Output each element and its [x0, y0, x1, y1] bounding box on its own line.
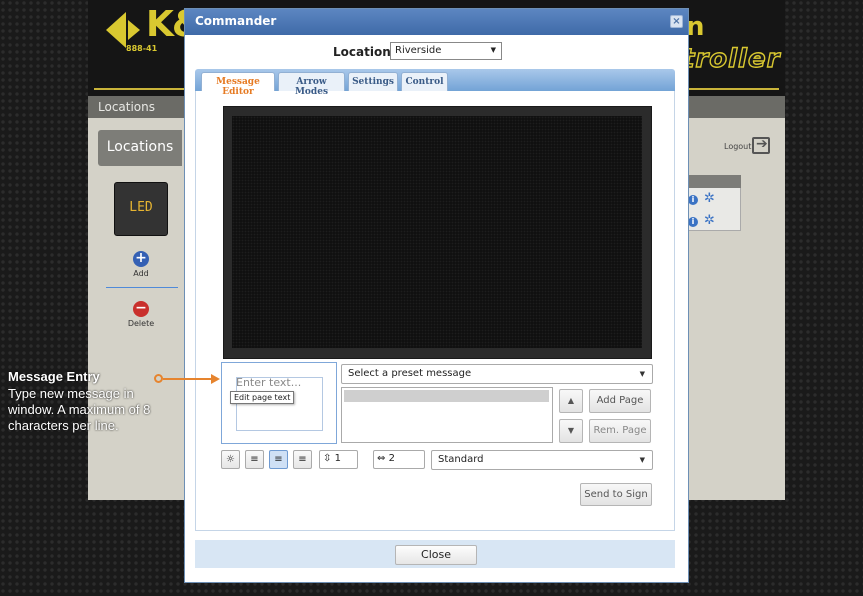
edit-page-tooltip: Edit page text [230, 391, 295, 404]
delete-label[interactable]: Delete [121, 319, 161, 328]
info-icon[interactable]: i [688, 195, 698, 205]
line-spacing-input[interactable]: ⇳ 1 [319, 450, 358, 469]
app-title-line-2: troller [681, 43, 781, 74]
add-label[interactable]: Add [126, 269, 156, 278]
tab-message-editor[interactable]: Message Editor [201, 72, 275, 97]
tab-arrow-modes[interactable]: Arrow Modes [278, 72, 345, 97]
char-spacing-value: 2 [388, 453, 395, 464]
close-icon[interactable]: × [670, 15, 683, 28]
table-row: i ✲ [688, 191, 715, 206]
phone-number: 888-41 [126, 44, 158, 53]
font-select[interactable]: Standard [431, 450, 653, 470]
line-spacing-icon: ⇳ [323, 453, 332, 464]
remove-page-button[interactable]: Rem. Page [589, 419, 651, 443]
tab-settings[interactable]: Settings [348, 72, 398, 91]
preset-message-select[interactable]: Select a preset message [341, 364, 653, 384]
invert-icon[interactable]: ☼ [221, 450, 240, 469]
message-entry-box[interactable]: Enter text... Edit page text [221, 362, 337, 444]
align-center-icon[interactable]: ≡ [269, 450, 288, 469]
logo-arrow-icon [106, 12, 126, 48]
callout-line [163, 378, 213, 380]
page-up-button[interactable]: ▲ [559, 389, 583, 413]
list-item[interactable] [344, 390, 549, 402]
logout-icon[interactable] [752, 136, 770, 154]
table-row: i ✲ [688, 213, 715, 228]
char-spacing-icon: ⇔ [377, 453, 386, 464]
page-down-button[interactable]: ▼ [559, 419, 583, 443]
sign-preview-frame [223, 106, 652, 359]
plus-circle-icon[interactable]: + [133, 251, 149, 267]
send-to-sign-button[interactable]: Send to Sign [580, 483, 652, 506]
logout-label[interactable]: Logout [724, 142, 751, 151]
location-select-value: Riverside [395, 45, 442, 56]
gear-icon[interactable]: ✲ [704, 191, 715, 206]
tab-bar: Message Editor Arrow Modes Settings Cont… [195, 69, 675, 97]
commander-dialog: Commander × Location Riverside Message E… [184, 8, 689, 583]
minus-circle-icon[interactable]: − [133, 301, 149, 317]
sidebar-heading: Locations [106, 139, 174, 155]
callout-dot [154, 374, 163, 383]
tab-control[interactable]: Control [401, 72, 448, 91]
logo-arrow-right-icon [128, 20, 140, 40]
align-right-icon[interactable]: ≡ [293, 450, 312, 469]
char-spacing-input[interactable]: ⇔ 2 [373, 450, 425, 469]
message-entry-placeholder: Enter text... [236, 376, 302, 389]
led-label: LED [129, 200, 153, 215]
locations-table-header [684, 175, 741, 188]
location-select[interactable]: Riverside [390, 42, 502, 60]
preset-select-value: Select a preset message [348, 368, 472, 379]
close-button[interactable]: Close [395, 545, 477, 565]
line-spacing-value: 1 [334, 453, 341, 464]
callout-title: Message Entry [8, 369, 100, 384]
gear-icon[interactable]: ✲ [704, 213, 715, 228]
callout-arrow-icon [211, 374, 220, 384]
location-label: Location [333, 45, 391, 59]
sidebar-divider [106, 287, 178, 288]
callout-body: Type new message in window. A maximum of… [8, 386, 151, 433]
dialog-titlebar[interactable]: Commander × [185, 9, 688, 35]
sign-preview-screen [232, 116, 642, 348]
font-select-value: Standard [438, 454, 484, 465]
pages-list[interactable] [341, 387, 553, 443]
info-icon[interactable]: i [688, 217, 698, 227]
add-page-button[interactable]: Add Page [589, 389, 651, 413]
nav-locations[interactable]: Locations [98, 100, 155, 114]
align-left-icon[interactable]: ≡ [245, 450, 264, 469]
dialog-title: Commander [195, 14, 277, 28]
